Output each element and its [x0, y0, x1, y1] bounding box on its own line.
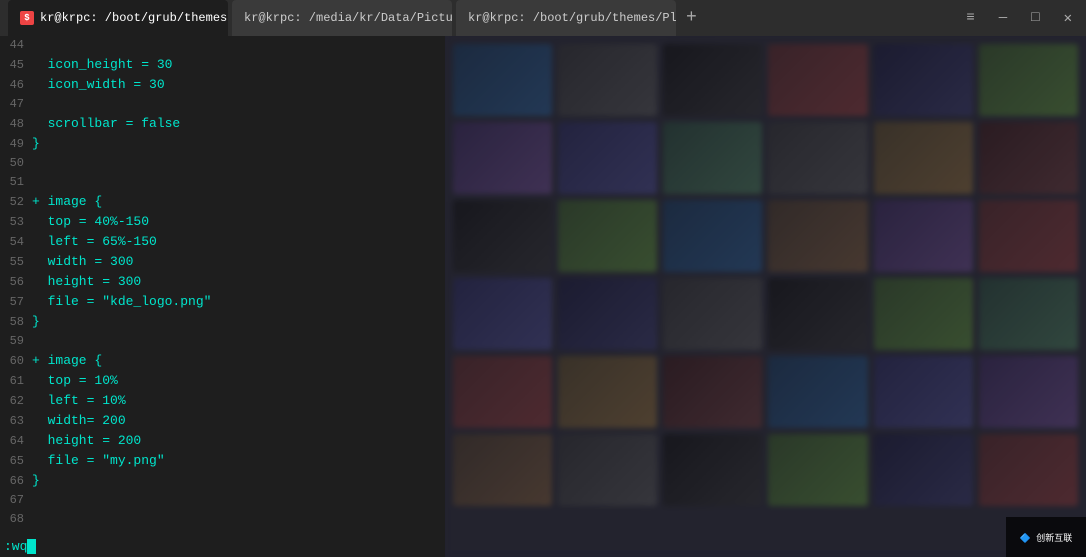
- code-line-55: 55 width = 300: [0, 252, 445, 272]
- code-line-68: 68: [0, 510, 445, 529]
- cmd-text: :wq: [4, 539, 27, 554]
- code-line-67: 67: [0, 491, 445, 510]
- minimize-button[interactable]: —: [993, 8, 1013, 28]
- line-number: 52: [0, 193, 32, 212]
- line-number: 60: [0, 352, 32, 371]
- line-content: }: [32, 312, 40, 331]
- watermark: 🔷 创新互联: [1006, 517, 1086, 557]
- blur-overlay: [445, 36, 1086, 557]
- line-number: 67: [0, 491, 32, 510]
- code-line-45: 45 icon_height = 30: [0, 55, 445, 75]
- code-line-52: 52+ image {: [0, 192, 445, 212]
- line-number: 64: [0, 432, 32, 451]
- line-number: 48: [0, 115, 32, 134]
- code-line-47: 47: [0, 95, 445, 114]
- code-line-59: 59: [0, 332, 445, 351]
- main-area: 4445 icon_height = 3046 icon_width = 304…: [0, 36, 1086, 557]
- add-tab-button[interactable]: +: [680, 8, 703, 28]
- line-number: 54: [0, 233, 32, 252]
- code-line-62: 62 left = 10%: [0, 391, 445, 411]
- tab-1-label: kr@krpc: /boot/grub/themes/Plas: [40, 11, 228, 25]
- tab-1[interactable]: $ kr@krpc: /boot/grub/themes/Plas: [8, 0, 228, 36]
- line-content: width= 200: [32, 411, 126, 430]
- code-line-46: 46 icon_width = 30: [0, 75, 445, 95]
- line-number: 65: [0, 452, 32, 471]
- line-number: 45: [0, 56, 32, 75]
- editor-content: 4445 icon_height = 3046 icon_width = 304…: [0, 36, 445, 557]
- line-number: 68: [0, 510, 32, 529]
- code-line-54: 54 left = 65%-150: [0, 232, 445, 252]
- line-number: 62: [0, 392, 32, 411]
- line-number: 55: [0, 253, 32, 272]
- line-content: file = "kde_logo.png": [32, 292, 211, 311]
- tab-2-label: kr@krpc: /media/kr/Data/Pictu: [244, 11, 452, 25]
- code-line-50: 50: [0, 154, 445, 173]
- line-content: left = 10%: [32, 391, 126, 410]
- code-line-51: 51: [0, 173, 445, 192]
- line-number: 57: [0, 293, 32, 312]
- code-line-66: 66}: [0, 471, 445, 491]
- line-number: 66: [0, 472, 32, 491]
- code-line-63: 63 width= 200: [0, 411, 445, 431]
- command-line[interactable]: :wq: [0, 535, 445, 557]
- line-content: height = 300: [32, 272, 141, 291]
- line-content: }: [32, 471, 40, 490]
- line-content: + image {: [32, 351, 102, 370]
- line-content: }: [32, 134, 40, 153]
- code-line-48: 48 scrollbar = false: [0, 114, 445, 134]
- filebrowser-pane: [445, 36, 1086, 557]
- line-content: top = 10%: [32, 371, 118, 390]
- tab-3-label: kr@krpc: /boot/grub/themes/Plas: [468, 11, 676, 25]
- maximize-button[interactable]: □: [1025, 8, 1045, 28]
- code-line-56: 56 height = 300: [0, 272, 445, 292]
- line-content: scrollbar = false: [32, 114, 180, 133]
- line-content: icon_width = 30: [32, 75, 165, 94]
- line-content: height = 200: [32, 431, 141, 450]
- menu-button[interactable]: ≡: [960, 8, 980, 28]
- line-content: width = 300: [32, 252, 133, 271]
- code-line-58: 58}: [0, 312, 445, 332]
- titlebar: $ kr@krpc: /boot/grub/themes/Plas kr@krp…: [0, 0, 1086, 36]
- window-controls: ≡ — □ ✕: [960, 8, 1078, 29]
- line-content: file = "my.png": [32, 451, 165, 470]
- line-number: 47: [0, 95, 32, 114]
- code-line-64: 64 height = 200: [0, 431, 445, 451]
- tab-3[interactable]: kr@krpc: /boot/grub/themes/Plas: [456, 0, 676, 36]
- code-line-49: 49}: [0, 134, 445, 154]
- line-content: icon_height = 30: [32, 55, 172, 74]
- line-number: 63: [0, 412, 32, 431]
- line-number: 58: [0, 313, 32, 332]
- line-content: top = 40%-150: [32, 212, 149, 231]
- code-line-61: 61 top = 10%: [0, 371, 445, 391]
- line-number: 51: [0, 173, 32, 192]
- terminal-icon: $: [20, 11, 34, 25]
- cursor: [27, 539, 36, 554]
- code-line-57: 57 file = "kde_logo.png": [0, 292, 445, 312]
- line-content: + image {: [32, 192, 102, 211]
- tab-2[interactable]: kr@krpc: /media/kr/Data/Pictu: [232, 0, 452, 36]
- line-number: 53: [0, 213, 32, 232]
- code-line-60: 60+ image {: [0, 351, 445, 371]
- watermark-text: 🔷 创新互联: [1020, 531, 1073, 544]
- code-line-65: 65 file = "my.png": [0, 451, 445, 471]
- code-line-44: 44: [0, 36, 445, 55]
- line-number: 49: [0, 135, 32, 154]
- line-number: 50: [0, 154, 32, 173]
- line-number: 56: [0, 273, 32, 292]
- line-number: 46: [0, 76, 32, 95]
- code-line-53: 53 top = 40%-150: [0, 212, 445, 232]
- line-number: 59: [0, 332, 32, 351]
- editor-pane: 4445 icon_height = 3046 icon_width = 304…: [0, 36, 445, 557]
- line-number: 44: [0, 36, 32, 55]
- line-number: 61: [0, 372, 32, 391]
- line-content: left = 65%-150: [32, 232, 157, 251]
- close-button[interactable]: ✕: [1058, 8, 1078, 29]
